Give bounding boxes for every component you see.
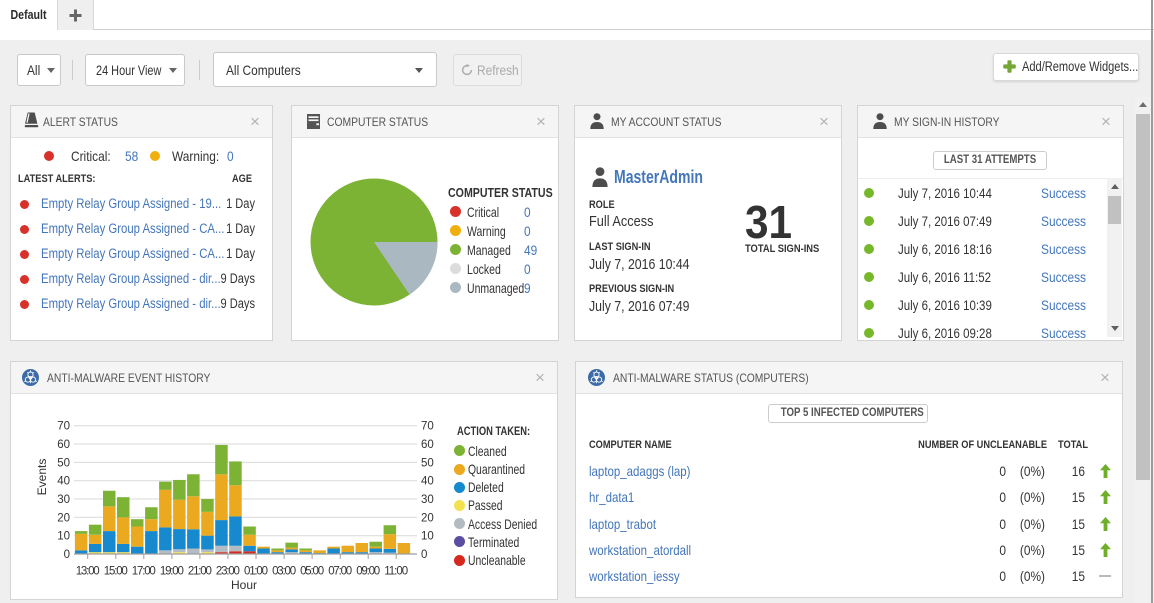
svg-text:20: 20 xyxy=(57,512,70,524)
svg-text:70: 70 xyxy=(421,421,434,433)
svg-text:40: 40 xyxy=(57,476,70,488)
svg-text:0: 0 xyxy=(64,549,70,561)
svg-text:10: 10 xyxy=(57,531,70,543)
svg-text:30: 30 xyxy=(57,494,70,506)
svg-text:13:00: 13:00 xyxy=(76,566,100,578)
svg-text:60: 60 xyxy=(57,439,70,451)
svg-text:50: 50 xyxy=(57,457,70,469)
svg-text:70: 70 xyxy=(57,421,70,433)
svg-text:15:00: 15:00 xyxy=(104,566,128,578)
svg-text:Events: Events xyxy=(35,459,49,496)
